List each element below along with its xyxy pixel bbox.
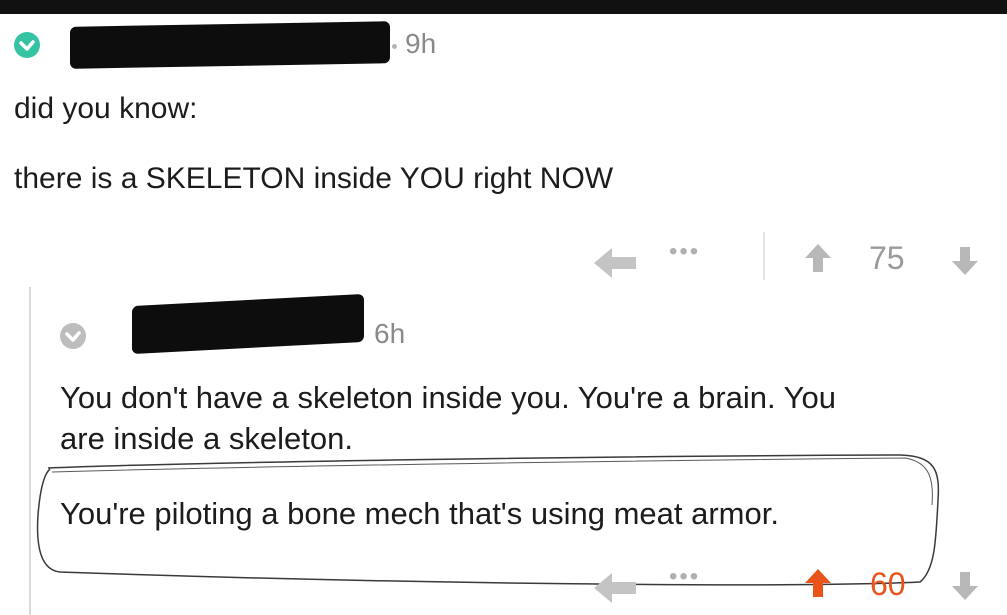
reply-timestamp: 6h [374, 318, 406, 349]
redacted-username [132, 293, 364, 355]
thread-indent-line [29, 287, 31, 615]
user-badge-icon [60, 323, 86, 349]
reply-text-highlighted-line: You're piloting a bone mech that's using… [60, 496, 779, 531]
reply-arrow-icon[interactable] [592, 571, 638, 605]
downvote-arrow-icon[interactable] [951, 246, 979, 276]
verified-badge-icon [14, 32, 40, 58]
reply-text-line: You don't have a skeleton inside you. Yo… [60, 380, 836, 415]
reply-text-line: are inside a skeleton. [60, 421, 353, 456]
action-divider [763, 232, 765, 280]
redacted-username [70, 21, 390, 69]
comment-text-line: did you know: [14, 92, 198, 125]
comment-score: 75 [869, 240, 905, 276]
reply-arrow-icon[interactable] [592, 246, 638, 280]
upvote-arrow-icon[interactable] [804, 568, 832, 598]
separator-dot [392, 44, 397, 49]
more-options-button[interactable]: ••• [669, 563, 700, 591]
downvote-arrow-icon[interactable] [951, 571, 979, 601]
more-options-button[interactable]: ••• [669, 238, 700, 266]
comment-timestamp: 9h [405, 28, 437, 59]
upvote-arrow-icon[interactable] [804, 243, 832, 273]
reply-score: 60 [870, 566, 906, 602]
comment-text-line: there is a SKELETON inside YOU right NOW [14, 162, 614, 195]
top-bar [0, 0, 1007, 14]
